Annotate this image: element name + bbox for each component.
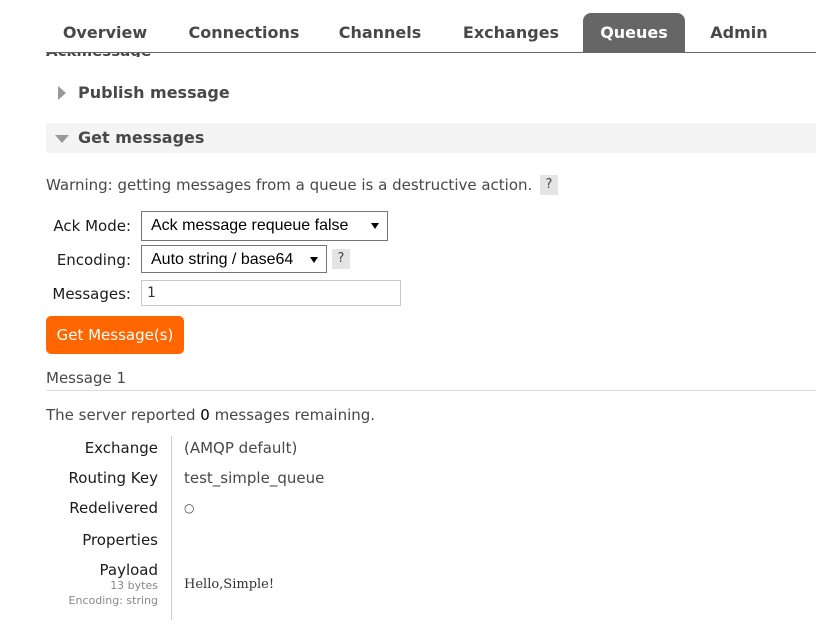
dropdown-arrow-icon [371,223,379,229]
remaining-suffix: messages remaining. [209,406,376,424]
details-divider [171,436,172,620]
redelivered-value: ○ [184,501,195,515]
tab-overview[interactable]: Overview [46,13,164,52]
get-messages-button[interactable]: Get Message(s) [46,316,184,354]
encoding-label: Encoding: [56,251,131,269]
tab-connections[interactable]: Connections [177,13,311,52]
payload-label: Payload [99,561,159,579]
ack-mode-value: Ack message requeue false [151,217,349,234]
redelivered-label: Redelivered [69,499,158,517]
message-heading: Message 1 [46,369,127,387]
expand-triangle-icon [58,86,66,100]
remaining-prefix: The server reported [46,406,201,424]
get-messages-section[interactable]: Get messages [46,123,816,153]
divider [46,390,816,391]
help-icon[interactable]: ? [332,249,350,269]
encoding-select[interactable]: Auto string / base64 [141,245,327,273]
routing-key-label: Routing Key [68,469,158,487]
remaining-count: 0 [200,406,210,424]
collapse-triangle-icon [55,135,69,143]
help-icon[interactable]: ? [540,175,558,195]
properties-label: Properties [82,531,158,549]
tab-admin[interactable]: Admin [693,13,785,52]
messages-label: Messages: [52,285,131,303]
section-title: Publish message [78,83,230,102]
main-nav: Overview Connections Channels Exchanges … [46,0,816,53]
destructive-warning: Warning: getting messages from a queue i… [46,176,533,194]
exchange-value: (AMQP default) [184,439,298,457]
ack-mode-label: Ack Mode: [53,217,131,235]
routing-key-value: test_simple_queue [184,469,325,487]
publish-message-section[interactable]: Publish message [46,78,816,108]
messages-count-input[interactable]: 1 [141,280,401,306]
encoding-value: Auto string / base64 [151,251,294,268]
remaining-status: The server reported 0 messages remaining… [46,406,375,424]
section-title: Get messages [78,128,205,147]
payload-value: Hello,Simple! [184,577,275,592]
tab-channels[interactable]: Channels [324,13,436,52]
payload-encoding: Encoding: string [68,594,158,607]
payload-size: 13 bytes [110,579,158,592]
tab-exchanges[interactable]: Exchanges [448,13,574,52]
dropdown-arrow-icon [310,257,318,263]
ack-mode-select[interactable]: Ack message requeue false [141,211,388,241]
exchange-label: Exchange [84,439,158,457]
tab-queues[interactable]: Queues [583,13,685,52]
scrolled-content-edge: Ackmessage [46,53,166,57]
